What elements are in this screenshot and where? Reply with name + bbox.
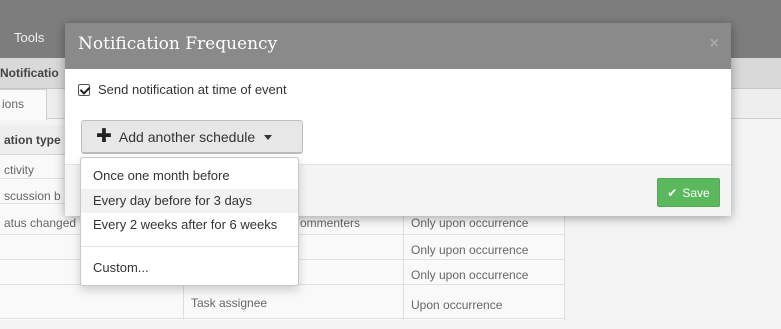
column-header-notification-type: ation type [4, 133, 61, 147]
schedule-dropdown-menu: Once one month before Every day before f… [80, 157, 299, 286]
send-at-event-label: Send notification at time of event [98, 82, 287, 97]
menu-divider [81, 246, 298, 247]
table-cell: Only upon occurrence [411, 243, 529, 257]
caret-down-icon [264, 135, 273, 140]
notifications-heading: Notificatio [0, 66, 59, 80]
menu-item-custom[interactable]: Custom... [81, 256, 298, 280]
table-cell: ctivity [4, 163, 34, 177]
save-button[interactable]: ✔ Save [657, 178, 720, 207]
table-cell: Only upon occurrence [411, 216, 529, 230]
modal-title: Notification Frequency [78, 34, 278, 54]
table-cell: scussion b [4, 189, 61, 203]
save-label: Save [682, 185, 710, 200]
table-cell: ommenters [300, 216, 361, 230]
send-at-event-option[interactable]: Send notification at time of event [78, 82, 287, 97]
menu-item-every-day-before[interactable]: Every day before for 3 days [81, 189, 298, 213]
menu-item-once-month-before[interactable]: Once one month before [81, 164, 298, 188]
add-schedule-button[interactable]: ✚ Add another schedule [81, 120, 303, 154]
close-icon[interactable]: × [710, 35, 719, 53]
table-cell: atus changed [4, 216, 77, 230]
check-icon: ✔ [667, 185, 678, 200]
modal-header: Notification Frequency × [65, 23, 731, 69]
plus-icon: ✚ [96, 125, 112, 147]
table-cell: Task assignee [191, 296, 268, 310]
add-schedule-label: Add another schedule [118, 128, 256, 145]
table-cell: Only upon occurrence [411, 268, 529, 282]
tools-menu[interactable]: Tools [14, 30, 44, 45]
table-cell: Upon occurrence [411, 298, 503, 312]
tab-label: ions [2, 97, 25, 111]
menu-item-every-2-weeks-after[interactable]: Every 2 weeks after for 6 weeks [81, 213, 298, 237]
send-at-event-checkbox[interactable] [78, 83, 90, 96]
